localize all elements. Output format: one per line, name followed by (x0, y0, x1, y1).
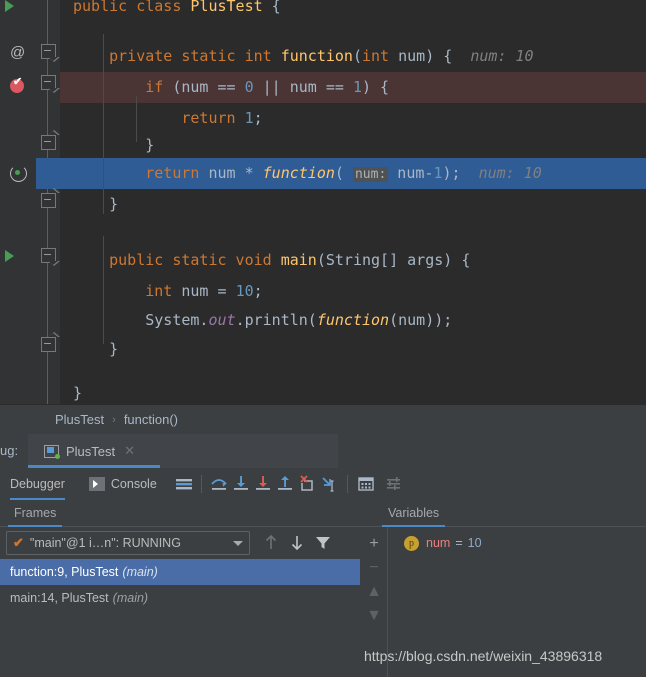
fold-end-marker-if[interactable] (41, 135, 56, 150)
code-line-main-signature: public static void main(String[] args) { (73, 251, 471, 269)
frame-row[interactable]: main:14, PlusTest (main) (0, 585, 360, 611)
chevron-down-icon[interactable] (233, 540, 243, 546)
debug-session-tab[interactable]: PlusTest ✕ (28, 434, 338, 468)
variable-value: 10 (467, 536, 482, 550)
code-text-area[interactable]: public class PlusTest { private static i… (60, 0, 646, 404)
debug-tool-window: ug: PlusTest ✕ Debugger Console Frames ✔… (0, 434, 646, 677)
code-line-close-if: } (73, 136, 155, 154)
tab-console-label: Console (110, 477, 157, 491)
breadcrumb-method[interactable]: function() (124, 412, 178, 427)
current-line-fold-highlight (36, 158, 60, 189)
debug-session-title: PlusTest (66, 443, 116, 459)
thread-dropdown[interactable]: ✔ "main"@1 i…n": RUNNING (6, 531, 250, 555)
breakpoint-icon[interactable] (10, 75, 24, 93)
parameter-badge-icon: p (404, 535, 419, 551)
intellij-debug-window: @ ✔ public class PlusTest {private stat… (0, 0, 646, 677)
code-line-close-function: } (73, 195, 119, 213)
filter-icon[interactable] (310, 531, 336, 555)
tab-frames-label: Frames (14, 506, 57, 520)
fold-end-marker-function[interactable] (41, 193, 56, 208)
drop-frame-icon[interactable] (296, 473, 318, 495)
code-line-recursive-return: return num * function( num: num-1); num:… (145, 164, 542, 182)
editor-fold-bar[interactable] (36, 0, 60, 404)
code-line-if-condition: if (num == 0 || num == 1) { (145, 78, 390, 96)
recursive-call-icon[interactable] (10, 165, 27, 182)
code-line-close-class: } (73, 384, 83, 402)
run-class-icon[interactable] (5, 0, 14, 12)
move-up-icon[interactable]: ▲ (360, 580, 388, 604)
code-line-int-num: int num = 10; (145, 282, 263, 300)
frame-thread-suffix: (main) (122, 565, 158, 579)
variables-tabrow: Variables (360, 500, 646, 527)
fold-tip-5 (47, 261, 60, 266)
code-line-class-decl: public class PlusTest { (73, 0, 281, 15)
close-icon[interactable]: ✕ (124, 443, 135, 459)
code-line-println: System.out.println(function(num)); (73, 311, 453, 329)
frames-panel: Frames ✔ "main"@1 i…n": RUNNING function… (0, 500, 360, 677)
step-over-icon[interactable] (208, 473, 230, 495)
thread-selector-row: ✔ "main"@1 i…n": RUNNING (0, 527, 360, 559)
tab-frames[interactable]: Frames (8, 500, 63, 527)
tab-debugger-label: Debugger (10, 477, 65, 491)
settings-icon[interactable] (383, 473, 405, 495)
override-annotation-icon[interactable]: @ (10, 44, 25, 61)
frame-label: main:14, PlusTest (10, 591, 109, 605)
frame-thread-suffix: (main) (112, 591, 149, 605)
run-main-method-icon[interactable] (5, 250, 14, 262)
frames-list[interactable]: function:9, PlusTest (main) main:14, Plu… (0, 559, 360, 611)
watermark-text: https://blog.csdn.net/weixin_43896318 (364, 648, 603, 664)
fold-tip-2 (47, 88, 60, 93)
remove-watch-icon[interactable]: − (360, 556, 388, 580)
code-line-function-signature: private static int function(int num) { n… (73, 47, 534, 65)
code-line-close-main: } (73, 340, 119, 358)
debug-toolbar[interactable]: Debugger Console (0, 468, 646, 500)
tab-variables-label: Variables (388, 506, 440, 520)
down-stack-icon[interactable] (284, 531, 310, 555)
variable-name: num (426, 536, 451, 550)
add-watch-icon[interactable]: + (360, 532, 388, 556)
frame-label: function:9, PlusTest (10, 565, 119, 579)
thread-running-icon: ✔ (13, 535, 24, 550)
variable-row[interactable]: p num = 10 (388, 533, 646, 553)
step-into-icon[interactable] (230, 473, 252, 495)
toolbar-separator-2 (346, 475, 348, 493)
frames-tabrow: Frames (0, 500, 360, 527)
evaluate-expression-icon[interactable] (355, 473, 377, 495)
fold-tip-6 (47, 332, 60, 337)
debug-window-label: ug: (0, 443, 19, 458)
step-out-icon[interactable] (274, 473, 296, 495)
variable-equals: = (455, 536, 463, 550)
tab-debugger[interactable]: Debugger (10, 468, 65, 500)
tab-console[interactable]: Console (88, 468, 157, 500)
fold-tip-1 (47, 57, 60, 62)
fold-tip-3 (47, 130, 60, 135)
tab-variables[interactable]: Variables (382, 500, 446, 527)
console-icon (88, 477, 105, 491)
fold-end-marker-main[interactable] (41, 337, 56, 352)
up-stack-icon[interactable] (258, 531, 284, 555)
debug-window-header: ug: PlusTest ✕ (0, 434, 646, 468)
code-editor[interactable]: @ ✔ public class PlusTest {private stat… (0, 0, 646, 404)
mute-breakpoints-icon[interactable] (173, 473, 195, 495)
chevron-right-icon: › (112, 413, 116, 426)
debug-session-icon (44, 444, 60, 459)
fold-tip-4 (47, 188, 60, 193)
breadcrumb[interactable]: PlusTest › function() (0, 404, 646, 434)
run-to-cursor-icon[interactable] (318, 473, 340, 495)
inline-param-hint: num: (352, 167, 389, 182)
force-step-into-icon[interactable] (252, 473, 274, 495)
breadcrumb-class[interactable]: PlusTest (55, 412, 104, 427)
thread-label: "main"@1 i…n": RUNNING (29, 536, 181, 550)
toolbar-separator-1 (200, 475, 202, 493)
editor-gutter[interactable]: @ (0, 0, 36, 404)
frame-row[interactable]: function:9, PlusTest (main) (0, 559, 360, 585)
move-down-icon[interactable]: ▼ (360, 604, 388, 628)
